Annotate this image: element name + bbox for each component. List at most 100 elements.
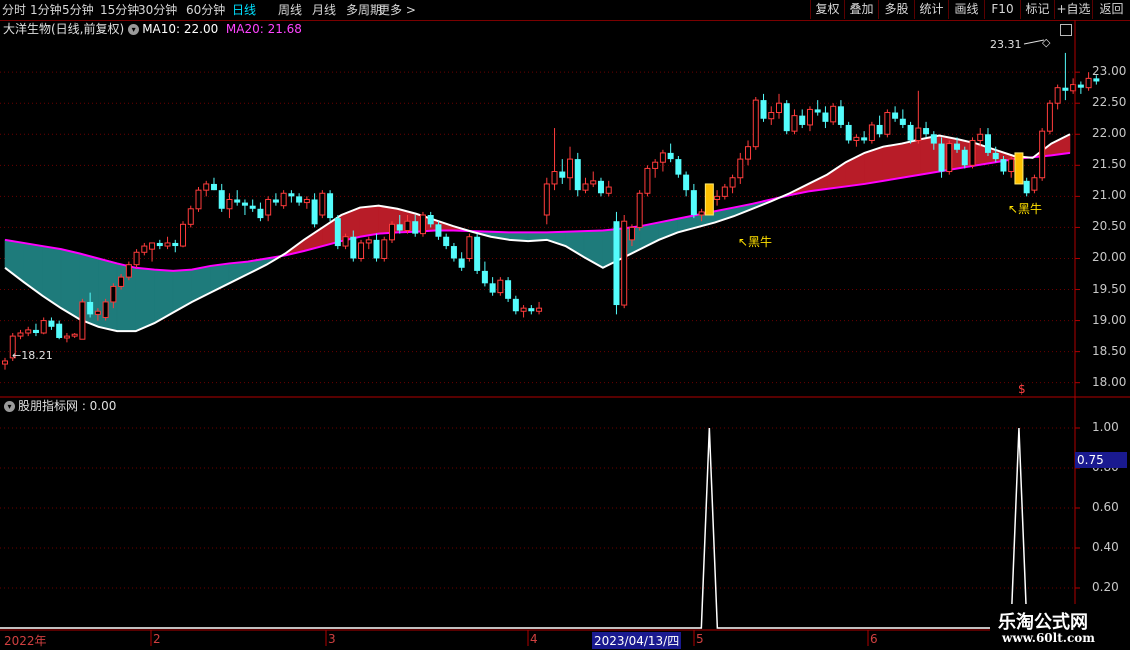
candle-body — [930, 134, 937, 144]
candle-body — [667, 152, 674, 160]
candle-body — [466, 236, 473, 259]
candle-body — [605, 186, 612, 194]
candle-body — [992, 152, 999, 160]
candle-body — [567, 158, 574, 179]
arrow-line — [1023, 39, 1045, 45]
candle-body — [628, 226, 635, 241]
candle-body — [458, 258, 465, 268]
candle-body — [907, 124, 914, 141]
ma-band-fill — [826, 161, 847, 190]
candle-body — [234, 199, 241, 203]
candle-body — [133, 251, 140, 266]
candle-body — [1031, 177, 1038, 191]
date-label-month: 2 — [153, 632, 161, 646]
watermark-url: www.60lt.com — [1002, 631, 1095, 645]
candle-body — [87, 301, 94, 315]
candle-body — [861, 137, 868, 141]
price-chart[interactable] — [0, 0, 1130, 650]
price-tick-label: 18.50 — [1092, 343, 1127, 358]
candle-body — [195, 189, 202, 210]
candle-body — [1008, 158, 1015, 173]
candle-body — [71, 333, 78, 337]
high-price-marker: 23.31 — [990, 38, 1022, 51]
ma-band-fill — [42, 245, 62, 309]
candle-body — [582, 183, 589, 191]
candle-body — [249, 205, 256, 209]
price-tick-label: 21.50 — [1092, 157, 1127, 172]
candle-body — [698, 211, 705, 216]
candle-body — [752, 99, 759, 148]
candle-body — [938, 143, 945, 172]
candle-body — [690, 190, 697, 215]
date-label-year: 2022年 — [4, 634, 47, 648]
candle-body — [319, 192, 326, 216]
candle-body — [110, 285, 117, 303]
candle-body — [94, 310, 101, 315]
signal-bar — [704, 183, 714, 216]
price-tick-label: 22.50 — [1092, 95, 1127, 110]
candle-body — [156, 242, 163, 247]
candle-body — [915, 127, 922, 141]
indicator-line — [0, 427, 1028, 629]
candle-body — [450, 246, 457, 259]
candle-body — [489, 283, 496, 293]
candle-body — [412, 221, 419, 234]
indicator-tick-label: 0.40 — [1092, 540, 1119, 554]
candle-body — [125, 264, 132, 278]
candle-body — [868, 124, 875, 141]
candle-body — [853, 136, 860, 141]
candle-body — [644, 167, 651, 194]
ma-band-fill — [135, 267, 155, 332]
candle-body — [1000, 159, 1007, 172]
candle-body — [118, 276, 125, 287]
candle-body — [373, 239, 380, 259]
candle-body — [265, 198, 272, 216]
candle-body — [427, 215, 434, 225]
candle-body — [791, 115, 798, 132]
candle-body — [1046, 102, 1053, 132]
date-label-month: 3 — [328, 632, 336, 646]
candle-body — [56, 323, 63, 338]
candle-body — [102, 301, 109, 318]
candle-body — [536, 307, 543, 312]
candle-body — [32, 329, 39, 333]
candle-body — [1085, 77, 1092, 89]
candle-body — [636, 192, 643, 228]
candle-body — [334, 218, 341, 247]
candle-body — [675, 159, 682, 175]
price-tick-label: 21.00 — [1092, 188, 1127, 203]
candle-body — [172, 242, 179, 247]
candle-body — [327, 193, 334, 219]
ma-band-fill — [228, 261, 249, 284]
candle-body — [543, 183, 550, 216]
price-tick-label: 20.50 — [1092, 219, 1127, 234]
candle-body — [621, 220, 628, 306]
candle-body — [559, 171, 566, 178]
candle-body — [961, 149, 968, 166]
candle-body — [969, 139, 976, 166]
candle-body — [512, 298, 519, 312]
dollar-marker: $ — [1018, 382, 1026, 396]
candle-body — [822, 112, 829, 122]
ma-band-fill — [359, 205, 379, 238]
current-value-tag: 0.75 — [1075, 452, 1127, 468]
ma-band-fill — [882, 143, 903, 182]
candle-body — [837, 106, 844, 125]
candle-body — [776, 102, 782, 114]
candle-body — [280, 192, 287, 207]
date-label-month: 5 — [696, 632, 704, 646]
candle-body — [760, 100, 767, 119]
candle-body — [2, 360, 8, 365]
candle-body — [481, 270, 488, 284]
candle-body — [876, 124, 883, 135]
price-tick-label: 20.00 — [1092, 250, 1127, 265]
candle-body — [342, 236, 349, 247]
price-tick-label: 19.00 — [1092, 312, 1127, 327]
candle-body — [419, 214, 426, 235]
indicator-tick-label: 1.00 — [1092, 420, 1119, 434]
candle-body — [389, 223, 395, 241]
candle-body — [729, 177, 736, 188]
ma-band-fill — [1051, 133, 1071, 156]
candle-body — [396, 224, 403, 231]
panel-toggle-icon[interactable] — [1060, 24, 1072, 36]
